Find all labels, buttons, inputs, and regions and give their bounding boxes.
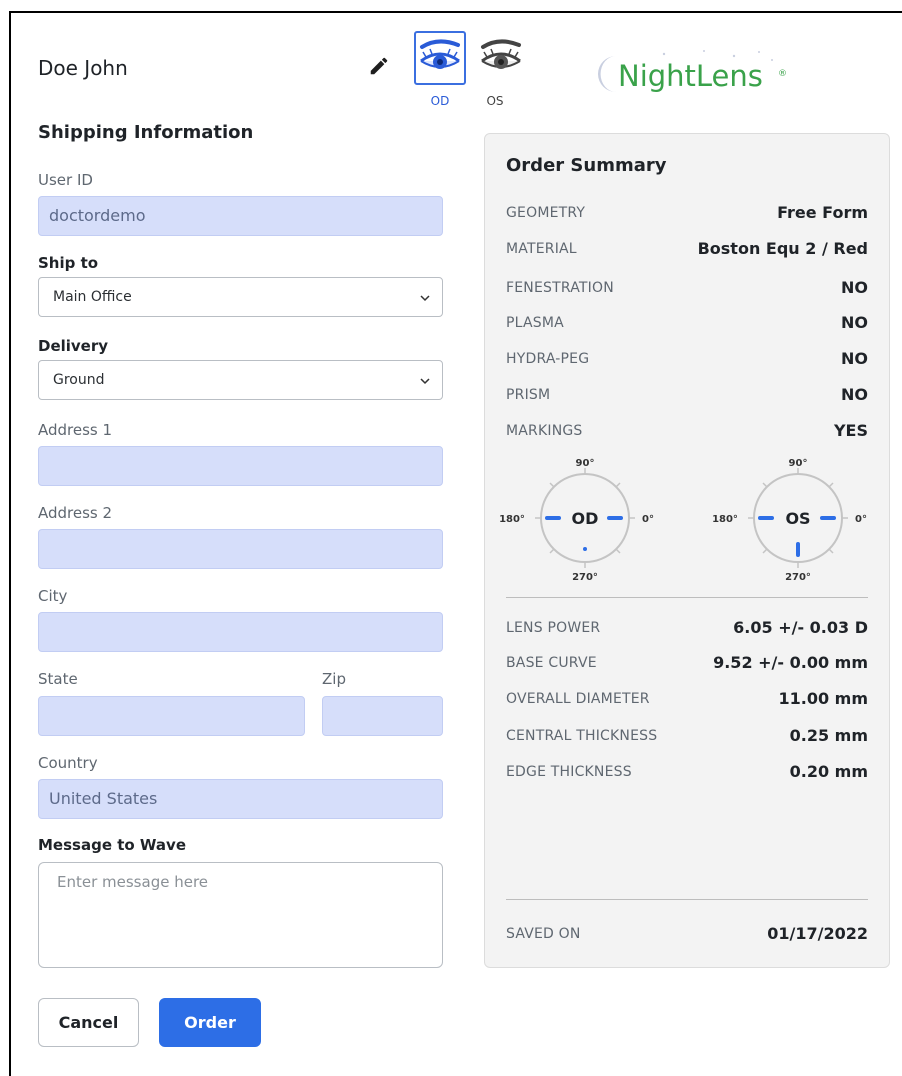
os-label: OS [486, 94, 504, 108]
summary-divider [506, 597, 868, 598]
spec-key: MARKINGS [506, 423, 583, 439]
spec-row: HYDRA-PEG NO [506, 349, 868, 375]
city-field[interactable] [38, 612, 443, 652]
os-eye-toggle[interactable] [475, 31, 527, 85]
nightlens-logo: NightLens ® [598, 50, 787, 93]
spec-key: HYDRA-PEG [506, 351, 590, 367]
dial-right-label: 0° [642, 514, 654, 525]
od-eye-toggle[interactable] [414, 31, 466, 85]
saved-on-label: SAVED ON [506, 926, 581, 942]
measure-row: CENTRAL THICKNESS 0.25 mm [506, 726, 868, 752]
message-textarea[interactable]: Enter message here [38, 862, 443, 968]
dial-top-label: 90° [576, 458, 595, 469]
measure-key: LENS POWER [506, 620, 601, 636]
country-field[interactable]: United States [38, 779, 443, 819]
ship-to-value: Main Office [53, 289, 132, 305]
edit-pencil-icon[interactable] [368, 55, 390, 77]
state-label: State [38, 670, 78, 688]
country-label: Country [38, 754, 98, 772]
user-id-field[interactable]: doctordemo [38, 196, 443, 236]
spec-row: PLASMA NO [506, 313, 868, 339]
dial-eye-label: OD [572, 509, 599, 528]
spec-row: PRISM NO [506, 385, 868, 411]
order-summary-title: Order Summary [506, 155, 667, 176]
measure-key: EDGE THICKNESS [506, 764, 632, 780]
spec-key: FENESTRATION [506, 280, 614, 296]
ship-to-select[interactable]: Main Office [38, 277, 443, 317]
measure-row: BASE CURVE 9.52 +/- 0.00 mm [506, 653, 868, 679]
measure-key: OVERALL DIAMETER [506, 691, 650, 707]
spec-key: GEOMETRY [506, 205, 586, 221]
spec-key: PLASMA [506, 315, 564, 331]
address2-label: Address 2 [38, 504, 113, 522]
dial-eye-label: OS [785, 509, 810, 528]
summary-divider [506, 899, 868, 900]
cancel-button[interactable]: Cancel [38, 998, 139, 1047]
spec-key: MATERIAL [506, 241, 577, 257]
brand-registered-mark: ® [778, 69, 787, 79]
address2-field[interactable] [38, 529, 443, 569]
spec-value: NO [841, 278, 868, 297]
eye-icon [420, 39, 460, 69]
spec-value: NO [841, 349, 868, 368]
state-field[interactable] [38, 696, 305, 736]
dial-right-label: 0° [855, 514, 867, 525]
eye-icon [481, 39, 521, 69]
od-label: OD [430, 94, 450, 108]
spec-row: GEOMETRY Free Form [506, 203, 868, 229]
delivery-value: Ground [53, 372, 105, 388]
spec-row: MARKINGS YES [506, 421, 868, 447]
shipping-section-title: Shipping Information [38, 122, 254, 143]
city-label: City [38, 587, 68, 605]
od-marking-dial: 90° 180° 0° 270° OD [499, 458, 654, 582]
spec-key: PRISM [506, 387, 551, 403]
dial-top-label: 90° [789, 458, 808, 469]
measure-value: 0.20 mm [789, 762, 868, 781]
chevron-down-icon [420, 378, 430, 385]
order-summary-panel: Order Summary GEOMETRY Free Form MATERIA… [484, 133, 890, 968]
measure-row: LENS POWER 6.05 +/- 0.03 D [506, 618, 868, 644]
spec-value: YES [833, 421, 868, 440]
measure-value: 11.00 mm [778, 689, 868, 708]
brand-text: NightLens [618, 59, 763, 93]
address1-label: Address 1 [38, 421, 113, 439]
dial-bottom-label: 270° [785, 572, 811, 582]
delivery-select[interactable]: Ground [38, 360, 443, 400]
saved-on-row: SAVED ON 01/17/2022 [506, 924, 868, 950]
spec-value: Boston Equ 2 / Red [697, 239, 868, 258]
saved-on-value: 01/17/2022 [767, 924, 868, 943]
measure-value: 6.05 +/- 0.03 D [733, 618, 868, 637]
order-button[interactable]: Order [159, 998, 261, 1047]
measure-row: EDGE THICKNESS 0.20 mm [506, 762, 868, 788]
dial-left-label: 180° [499, 514, 525, 525]
measure-key: BASE CURVE [506, 655, 597, 671]
chevron-down-icon [420, 295, 430, 302]
measure-row: OVERALL DIAMETER 11.00 mm [506, 689, 868, 715]
spec-row: MATERIAL Boston Equ 2 / Red [506, 239, 868, 265]
ship-to-label: Ship to [38, 254, 99, 272]
measure-value: 0.25 mm [789, 726, 868, 745]
user-id-label: User ID [38, 171, 93, 189]
zip-label: Zip [322, 670, 346, 688]
patient-name: Doe John [38, 56, 128, 80]
dial-bottom-label: 270° [572, 572, 598, 582]
address1-field[interactable] [38, 446, 443, 486]
os-marking-dial: 90° 180° 0° 270° OS [712, 458, 867, 582]
message-label: Message to Wave [38, 836, 186, 854]
dial-left-label: 180° [712, 514, 738, 525]
spec-value: NO [841, 385, 868, 404]
delivery-label: Delivery [38, 337, 109, 355]
measure-value: 9.52 +/- 0.00 mm [713, 653, 868, 672]
zip-field[interactable] [322, 696, 443, 736]
measure-key: CENTRAL THICKNESS [506, 728, 658, 744]
spec-value: Free Form [777, 203, 868, 222]
spec-value: NO [841, 313, 868, 332]
spec-row: FENESTRATION NO [506, 278, 868, 304]
